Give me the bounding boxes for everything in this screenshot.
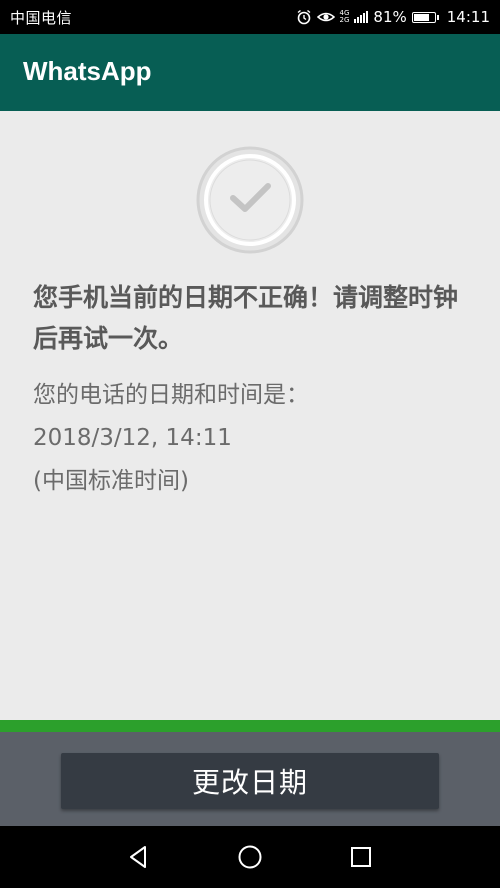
app-bar: WhatsApp (0, 34, 500, 111)
eye-icon (316, 12, 335, 22)
checkmark-circle-icon (193, 143, 307, 257)
accent-divider (0, 720, 500, 732)
current-datetime: 2018/3/12, 14:11 (33, 425, 232, 451)
battery-percent: 81% (373, 8, 407, 26)
date-info: 您的电话的日期和时间是： 2018/3/12, 14:11 (中国标准时间) (33, 374, 473, 503)
change-date-button[interactable]: 更改日期 (61, 753, 439, 809)
status-bar: 中国电信 4G 2G 81% 14:11 (0, 0, 500, 34)
date-info-label: 您的电话的日期和时间是： (33, 382, 309, 408)
alarm-icon (297, 9, 310, 25)
battery-icon (411, 11, 439, 23)
app-title: WhatsApp (23, 56, 152, 86)
carrier-name: 中国电信 (10, 9, 73, 27)
network-type: 4G 2G (339, 9, 350, 24)
navigation-bar (0, 826, 500, 888)
clock: 14:11 (446, 8, 490, 26)
status-icons: 4G 2G 81% 14:11 (296, 5, 490, 29)
action-panel: 更改日期 (0, 732, 500, 826)
home-icon[interactable] (235, 842, 265, 872)
signal-icon (354, 11, 369, 23)
back-icon[interactable] (124, 842, 154, 872)
error-heading: 您手机当前的日期不正确！请调整时钟后再试一次。 (33, 283, 459, 353)
recents-icon[interactable] (346, 842, 376, 872)
date-error-content: 您手机当前的日期不正确！请调整时钟后再试一次。 您的电话的日期和时间是： 201… (0, 111, 500, 720)
timezone-label: (中国标准时间) (33, 468, 189, 494)
